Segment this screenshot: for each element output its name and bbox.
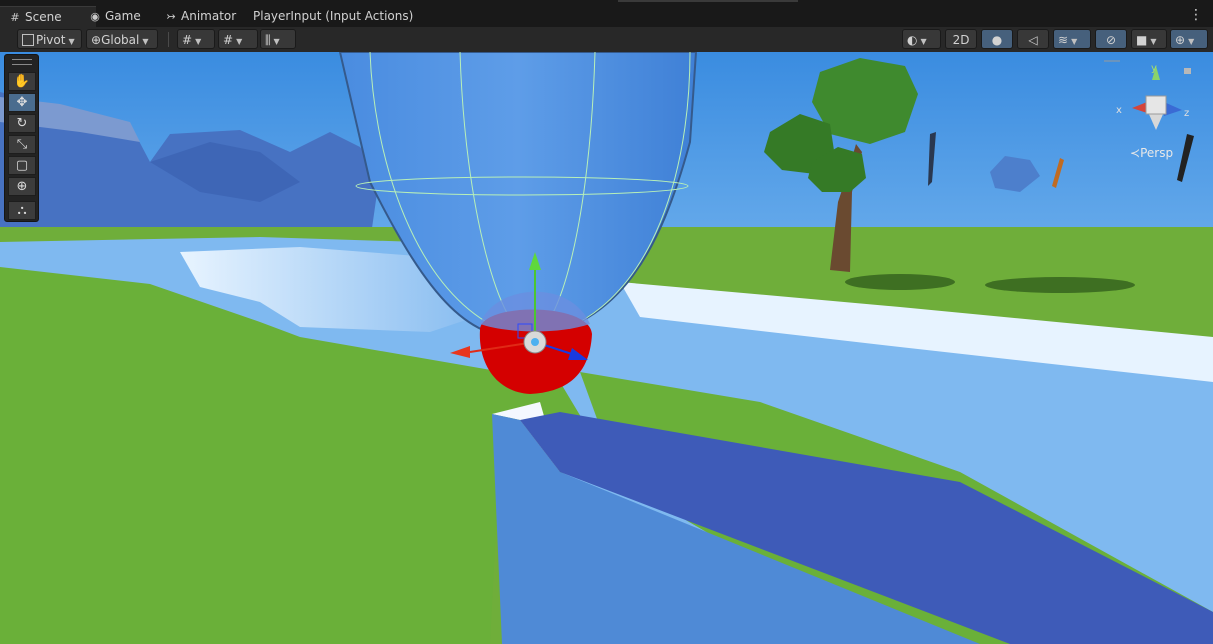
gizmos-globe-icon: ⊕ bbox=[1175, 33, 1186, 47]
layers-icon: ≋ bbox=[1058, 33, 1069, 47]
projection-label[interactable]: ≺Persp bbox=[1130, 146, 1173, 160]
scene-toolbar: Pivot ▼ ⊕Global ▼ # ▼ # ▼ ⫼ ▼ ◐ ▼ 2D ● ◁ ≋ ▼ ⊘ … bbox=[0, 27, 1213, 53]
chevron-down-icon: ▼ bbox=[920, 37, 927, 46]
increment-snap-button[interactable]: # ▼ bbox=[218, 29, 258, 49]
global-dropdown[interactable]: ⊕Global ▼ bbox=[86, 29, 158, 49]
drag-handle-icon[interactable] bbox=[12, 59, 32, 65]
chevron-down-icon: ▼ bbox=[1150, 37, 1157, 46]
rotate-tool-button[interactable]: ↻ bbox=[8, 114, 36, 133]
grid-snap-button[interactable]: # ▼ bbox=[177, 29, 215, 49]
gamepad-icon: ◉ bbox=[90, 10, 100, 23]
mute-speaker-icon: ◁ bbox=[1028, 33, 1038, 47]
chevron-down-icon: ▼ bbox=[1188, 37, 1195, 46]
persp-text: Persp bbox=[1140, 146, 1174, 160]
rotate-icon: ↻ bbox=[16, 116, 28, 131]
persp-chevron-icon: ≺ bbox=[1130, 146, 1141, 160]
tab-label: Animator bbox=[181, 9, 237, 23]
custom-tool-button[interactable]: ⛬ bbox=[8, 201, 36, 220]
hand-icon: ✋ bbox=[13, 74, 31, 89]
align-icon: ⫼ bbox=[265, 33, 271, 47]
tab-label: Scene bbox=[25, 10, 62, 24]
move-arrows-icon: ✥ bbox=[16, 95, 28, 110]
chevron-down-icon: ▼ bbox=[236, 37, 243, 46]
lighting-toggle-button[interactable]: ● bbox=[981, 29, 1013, 49]
global-label: Global bbox=[101, 33, 140, 47]
globe-icon: ⊕ bbox=[91, 33, 102, 47]
2d-toggle-button[interactable]: 2D bbox=[945, 29, 977, 49]
tab-label: Game bbox=[105, 9, 141, 23]
pivot-icon bbox=[22, 34, 34, 46]
tab-game[interactable]: ◉ Game bbox=[80, 6, 151, 27]
scene-visibility-button[interactable]: ⊘ bbox=[1095, 29, 1127, 49]
gizmos-dropdown[interactable]: ⊕ ▼ bbox=[1170, 29, 1208, 49]
transform-tool-button[interactable]: ⊕ bbox=[8, 177, 36, 196]
tab-bar: # Scene ◉ Game ↣ Animator PlayerInput (Inpu… bbox=[0, 0, 1213, 28]
audio-toggle-button[interactable]: ◁ bbox=[1017, 29, 1049, 49]
shading-sphere-icon: ◐ bbox=[907, 33, 918, 47]
effects-dropdown[interactable]: ≋ ▼ bbox=[1053, 29, 1091, 49]
scale-icon: ⤡ bbox=[16, 137, 28, 152]
chevron-down-icon: ▼ bbox=[142, 37, 149, 46]
snap-magnet-icon: # bbox=[223, 33, 234, 47]
move-tool-button[interactable]: ✥ bbox=[8, 93, 36, 112]
chevron-down-icon: ▼ bbox=[195, 37, 202, 46]
camera-settings-dropdown[interactable]: ■ ▼ bbox=[1131, 29, 1167, 49]
more-options-icon[interactable]: ⋮ bbox=[1189, 8, 1203, 22]
toolbar-divider bbox=[168, 32, 169, 47]
gizmo-y-label: y bbox=[1151, 63, 1157, 74]
chevron-down-icon: ▼ bbox=[68, 37, 75, 46]
window-top-edge bbox=[618, 0, 798, 2]
lightbulb-icon: ● bbox=[991, 33, 1003, 47]
pivot-dropdown[interactable]: Pivot ▼ bbox=[17, 29, 82, 49]
chevron-down-icon: ▼ bbox=[273, 37, 280, 46]
grid-snap-icon: # bbox=[182, 33, 193, 47]
pivot-dot bbox=[531, 338, 539, 346]
hand-tool-button[interactable]: ✋ bbox=[8, 72, 36, 91]
chevron-down-icon: ▼ bbox=[1071, 37, 1078, 46]
scale-tool-button[interactable]: ⤡ bbox=[8, 135, 36, 154]
shading-mode-dropdown[interactable]: ◐ ▼ bbox=[902, 29, 941, 49]
scene-viewport[interactable]: y x z ≺Persp bbox=[0, 52, 1213, 644]
eye-slash-icon: ⊘ bbox=[1105, 33, 1117, 47]
transform-icon: ⊕ bbox=[16, 179, 28, 194]
align-button[interactable]: ⫼ ▼ bbox=[260, 29, 296, 49]
shadow bbox=[985, 277, 1135, 293]
animator-icon: ↣ bbox=[166, 10, 176, 23]
tools-overlay: ✋ ✥ ↻ ⤡ ▢ ⊕ ⛬ bbox=[4, 54, 39, 222]
pivot-label: Pivot bbox=[36, 33, 66, 47]
gizmo-x-label: x bbox=[1116, 105, 1122, 116]
gizmo-z-label: z bbox=[1184, 108, 1190, 119]
grid-icon: # bbox=[10, 11, 20, 24]
camera-icon: ■ bbox=[1136, 33, 1148, 47]
tab-label: PlayerInput (Input Actions) bbox=[253, 9, 414, 23]
rect-transform-icon: ▢ bbox=[15, 158, 29, 173]
rect-tool-button[interactable]: ▢ bbox=[8, 156, 36, 175]
tab-player-input[interactable]: PlayerInput (Input Actions) bbox=[245, 6, 423, 27]
scene-render[interactable] bbox=[0, 52, 1213, 644]
tree-shadow bbox=[845, 274, 955, 290]
tab-animator[interactable]: ↣ Animator bbox=[156, 6, 246, 27]
custom-tool-icon: ⛬ bbox=[17, 203, 27, 218]
